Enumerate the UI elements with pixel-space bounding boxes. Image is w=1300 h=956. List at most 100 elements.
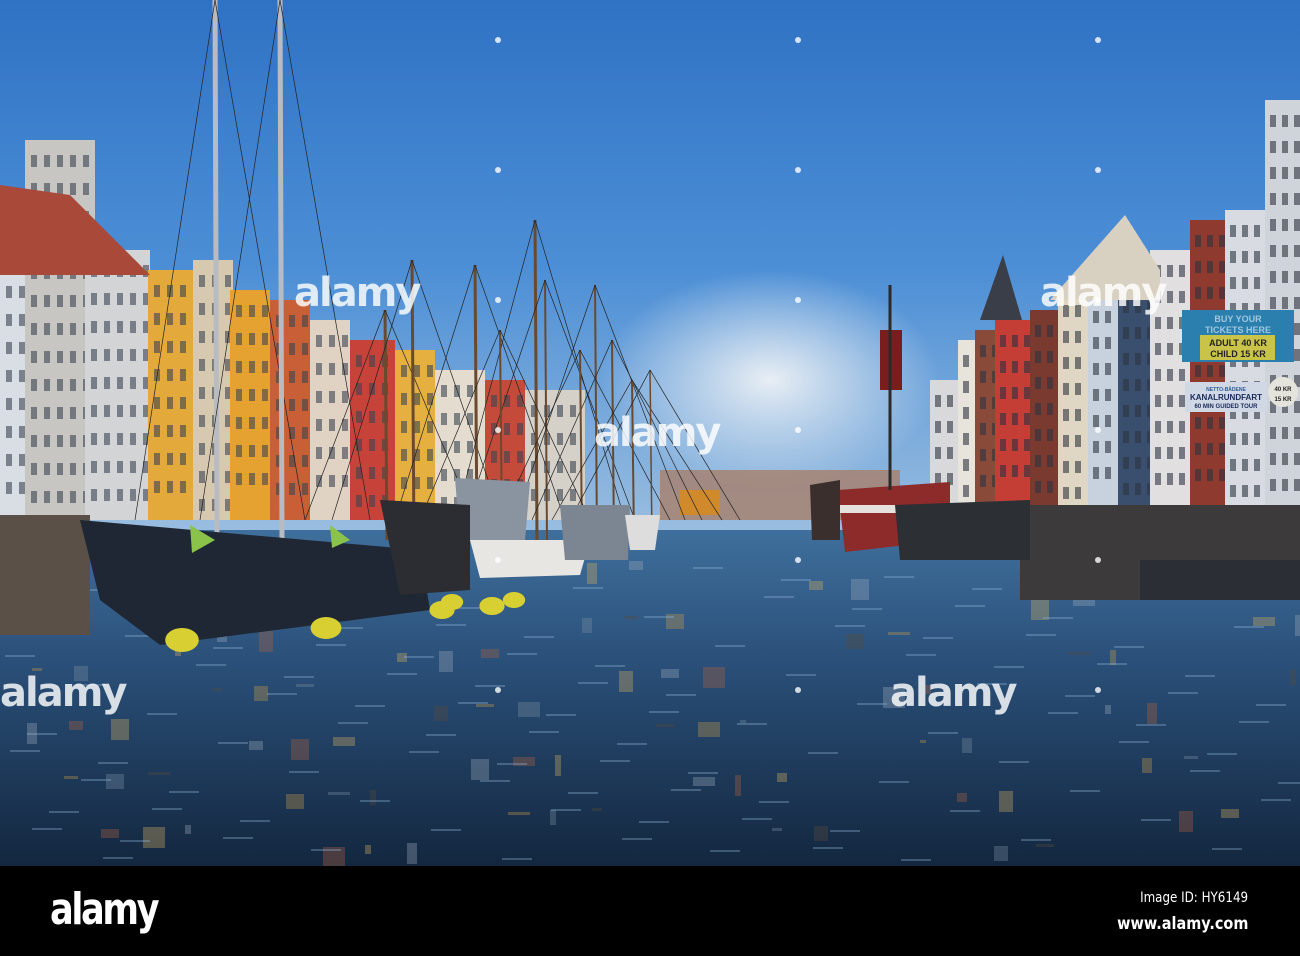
building [1058,290,1088,510]
ripple [1119,741,1149,743]
window [199,415,205,427]
window [1047,455,1053,467]
window [91,433,97,445]
window [1105,363,1111,375]
window [302,315,308,327]
window [167,369,173,381]
ripple [928,732,958,734]
ripple [595,665,625,667]
window [91,349,97,361]
window [249,389,255,401]
window [91,377,97,389]
reflection [962,738,972,753]
window [180,285,186,297]
reflection [1179,811,1193,832]
ripple [507,653,537,655]
window [199,359,205,371]
window [19,314,25,326]
ripple [781,579,811,581]
sign-tour-desc: 60 MIN GUIDED TOUR [1195,404,1259,410]
window [1024,413,1030,425]
window [1105,441,1111,453]
ripple [649,711,679,713]
window [1207,261,1213,273]
window [1207,443,1213,455]
window [1047,481,1053,493]
window [316,335,322,347]
window [1123,431,1129,443]
window [1075,331,1081,343]
window [1047,325,1053,337]
window [1242,251,1248,263]
reflection [735,775,741,796]
ripple [950,810,980,812]
ripple [671,789,701,791]
window [180,397,186,409]
watermark-dot [495,297,501,303]
window [427,477,433,489]
window [6,370,12,382]
watermark-dot [495,687,501,693]
reflection [407,843,417,864]
window [1155,343,1161,355]
ripple [5,655,35,657]
ripple [1190,770,1220,772]
watermark-dot [495,167,501,173]
ripple [1185,675,1215,677]
window [154,313,160,325]
window [70,435,76,447]
window [1075,461,1081,473]
window [557,461,563,473]
window [262,445,268,457]
window [57,407,63,419]
window [44,295,50,307]
window [1195,365,1201,377]
window [454,413,460,425]
window [1135,379,1141,391]
window [117,293,123,305]
window [401,393,407,405]
window [316,363,322,375]
window [1075,383,1081,395]
window [44,379,50,391]
window [1135,483,1141,495]
ripple [994,666,1024,668]
ripple [103,857,133,859]
window [1294,245,1300,257]
window [236,417,242,429]
mast [533,219,539,541]
window [316,447,322,459]
window [104,489,110,501]
reflection [1105,705,1111,714]
window [1242,485,1248,497]
ripple [404,656,434,658]
window [1195,417,1201,429]
window [329,335,335,347]
window [1294,167,1300,179]
window [104,321,110,333]
window [70,463,76,475]
window [1000,439,1006,451]
window [1294,141,1300,153]
ripple [169,791,199,793]
window [401,449,407,461]
window [1294,349,1300,361]
window [302,483,308,495]
reflection [328,792,350,795]
reflection [920,740,926,743]
site-url[interactable]: www.alamy.com [1117,914,1248,934]
alamy-logo[interactable]: alamy [50,884,160,935]
window [6,342,12,354]
window [6,314,12,326]
window [1000,335,1006,347]
window [1012,413,1018,425]
window [6,454,12,466]
window [1035,429,1041,441]
window [289,483,295,495]
watermark-text: alamy [890,670,1017,716]
ripple [10,750,40,752]
reflection [106,774,124,789]
window [467,441,473,453]
ripple [617,743,647,745]
window [1219,365,1225,377]
